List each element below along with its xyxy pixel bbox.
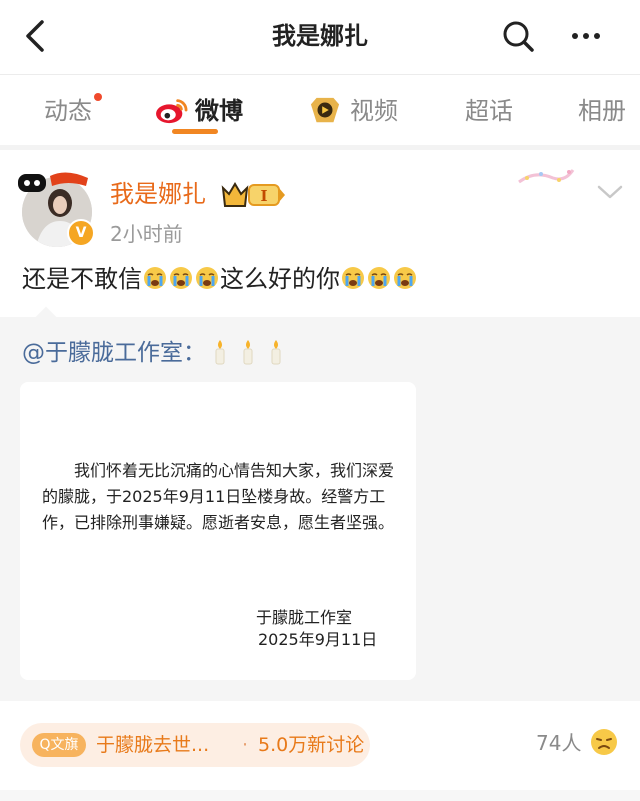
avatar-sticker-image: [18, 172, 88, 192]
candle-icon: [271, 340, 281, 365]
tab-supertopic[interactable]: 超话: [465, 93, 513, 129]
tab-dynamics[interactable]: 动态: [44, 93, 92, 129]
tab-label: 超话: [465, 97, 513, 125]
candle-icon: [243, 340, 253, 365]
weibo-logo-icon: [156, 99, 188, 124]
statement-text: 我们怀着无比沉痛的心情告知大家，我们深爱的朦胧，于2025年9月11日坠楼身故。…: [42, 461, 395, 532]
tab-label: 相册: [578, 97, 626, 125]
tab-weibo[interactable]: 微博: [155, 93, 243, 129]
notification-dot: [94, 93, 102, 101]
tab-label: 视频: [350, 97, 398, 125]
sad-face-icon[interactable]: [589, 727, 619, 757]
topic-discussion-count: 5.0万新讨论: [258, 734, 365, 756]
profile-tabs: 动态 微博 视频 超话 相册: [0, 75, 640, 145]
topic-separator: ·: [242, 734, 249, 756]
crying-emoji-icon: [368, 267, 390, 289]
crying-emoji-icon: [196, 267, 218, 289]
tabs-divider: [0, 145, 640, 150]
vip-level-text: I: [260, 187, 267, 205]
decoration-sparkle-image: [518, 169, 575, 184]
bottom-divider: [0, 790, 640, 801]
post-text-part: 这么好的你: [220, 265, 340, 293]
crying-emoji-icon: [342, 267, 364, 289]
search-icon[interactable]: [500, 18, 536, 54]
more-icon[interactable]: [568, 18, 604, 54]
page-title: 我是娜扎: [272, 22, 368, 50]
tab-album[interactable]: 相册: [578, 93, 626, 129]
crying-emoji-icon: [170, 267, 192, 289]
verified-badge: V: [67, 219, 95, 247]
repost-author[interactable]: @于朦胧工作室：: [22, 336, 290, 370]
statement-image[interactable]: 我们怀着无比沉痛的心情告知大家，我们深爱的朦胧，于2025年9月11日坠楼身故。…: [20, 382, 416, 680]
post-author-name[interactable]: 我是娜扎: [110, 177, 206, 211]
candle-icon: [215, 340, 225, 365]
tab-video[interactable]: 视频: [308, 93, 398, 129]
vip-level-badge: I: [221, 182, 285, 207]
crying-emoji-icon: [144, 267, 166, 289]
repost-author-name: @于朦胧工作室：: [22, 340, 206, 366]
topic-pill[interactable]: Q文旗 于朦胧去世... · 5.0万新讨论: [20, 723, 370, 767]
tab-label: 微博: [195, 97, 243, 125]
active-tab-underline: [172, 129, 218, 134]
statement-signature-date: 2025年9月11日: [258, 630, 378, 649]
post-text-part: 还是不敢信: [22, 265, 142, 293]
viewer-count: 74人: [536, 731, 582, 755]
post-time: 2小时前: [110, 222, 183, 246]
tab-label: 动态: [44, 97, 92, 125]
crying-emoji-icon: [394, 267, 416, 289]
video-icon: [310, 97, 340, 123]
statement-signature-name: 于朦胧工作室: [256, 608, 353, 627]
top-bar: 我是娜扎: [0, 0, 640, 74]
topic-name: 于朦胧去世...: [96, 734, 210, 756]
chevron-down-icon[interactable]: [596, 180, 624, 204]
post-text: 还是不敢信 这么好的你: [22, 262, 418, 296]
topic-tag: Q文旗: [32, 733, 86, 757]
